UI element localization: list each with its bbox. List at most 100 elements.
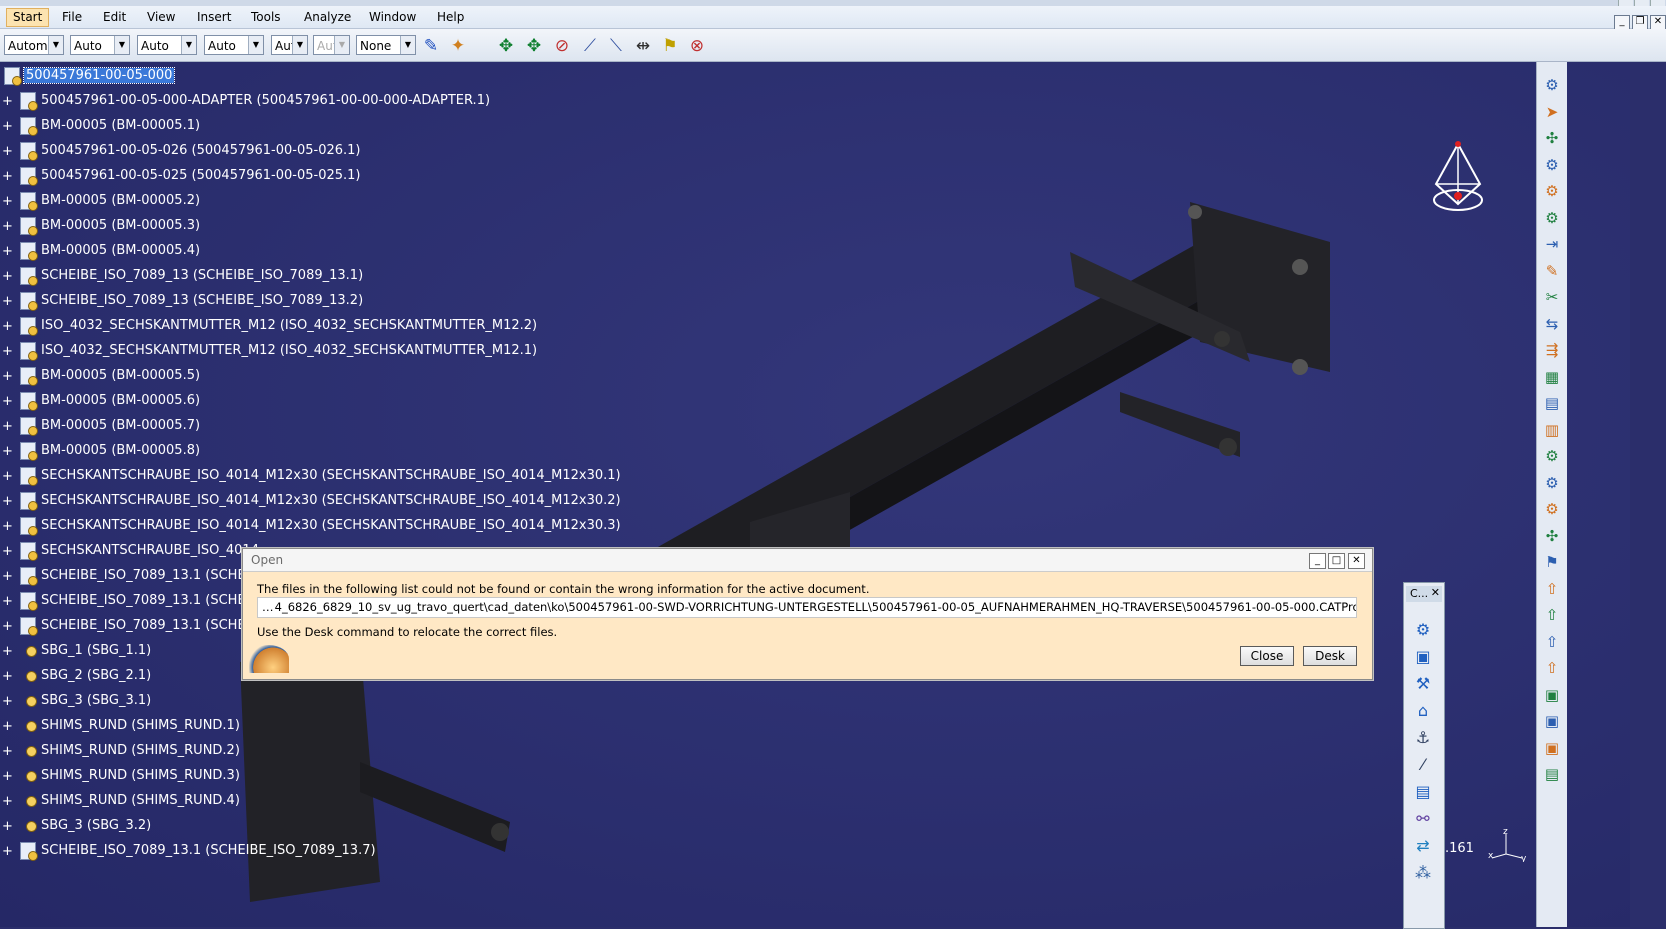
part-icon[interactable]: ⚙ <box>1541 207 1563 229</box>
sensor-icon[interactable]: ⚙ <box>1541 74 1563 96</box>
grid-icon[interactable]: ▥ <box>1541 419 1563 441</box>
explode-icon[interactable]: ✣ <box>1541 525 1563 547</box>
expand-icon[interactable]: + <box>2 320 16 334</box>
contact-icon[interactable]: ▣ <box>1412 646 1434 668</box>
expand-icon[interactable]: + <box>2 720 16 734</box>
expand-icon[interactable]: + <box>2 245 16 259</box>
coincidence-icon[interactable]: ⚙ <box>1412 619 1434 641</box>
dialog-maximize-icon[interactable]: □ <box>1328 553 1345 569</box>
menu-view[interactable]: View <box>147 10 175 24</box>
expand-icon[interactable]: + <box>2 770 16 784</box>
box-icon[interactable]: ▣ <box>1541 710 1563 732</box>
brush-icon[interactable]: ✦ <box>447 35 469 57</box>
document-close-icon[interactable]: ✕ <box>1650 15 1666 30</box>
expand-icon[interactable]: + <box>2 220 16 234</box>
expand-icon[interactable]: + <box>2 445 16 459</box>
close-button[interactable]: Close <box>1240 646 1294 666</box>
layer-combo[interactable]: None ▼ <box>356 35 416 55</box>
gear-icon[interactable]: ⚙ <box>1541 445 1563 467</box>
expand-icon[interactable]: + <box>2 645 16 659</box>
constraint-icon[interactable]: ⟍ <box>605 35 627 57</box>
expand-icon[interactable]: + <box>2 370 16 384</box>
close-icon[interactable]: ✕ <box>1431 586 1440 599</box>
product-icon[interactable]: ⚙ <box>1541 154 1563 176</box>
bom-icon[interactable]: ▤ <box>1541 763 1563 785</box>
expand-icon[interactable]: + <box>2 845 16 859</box>
expand-icon[interactable]: + <box>2 595 16 609</box>
color-combo[interactable]: Automatic ▼ <box>4 35 64 55</box>
select-icon[interactable]: ➤ <box>1541 101 1563 123</box>
fix-icon[interactable]: ⚓ <box>1412 727 1434 749</box>
expand-icon[interactable]: + <box>2 170 16 184</box>
expand-icon[interactable]: + <box>2 520 16 534</box>
box-icon[interactable]: ▣ <box>1541 684 1563 706</box>
floating-toolbar-title[interactable]: C... ✕ <box>1406 586 1442 602</box>
cut-icon[interactable]: ✂ <box>1541 286 1563 308</box>
reorder-icon[interactable]: ⇶ <box>1541 339 1563 361</box>
offset-constraint-icon[interactable]: ⚒ <box>1412 673 1434 695</box>
expand-icon[interactable]: + <box>2 420 16 434</box>
missing-files-list[interactable]: … 4_6826_6829_10_sv_ug_travo_quert\cad_d… <box>257 597 1357 618</box>
menu-edit[interactable]: Edit <box>103 10 126 24</box>
angle-constraint-icon[interactable]: ⌂ <box>1412 700 1434 722</box>
expand-icon[interactable]: + <box>2 695 16 709</box>
expand-icon[interactable]: + <box>2 145 16 159</box>
menu-start[interactable]: Start <box>6 8 50 27</box>
fix-together-icon[interactable]: ⁄ <box>1412 754 1434 776</box>
transparency-combo[interactable]: Auto ▼ <box>70 35 130 55</box>
expand-icon[interactable]: + <box>2 295 16 309</box>
manipulate-icon[interactable]: ✣ <box>1541 127 1563 149</box>
offset-icon[interactable]: ⇹ <box>632 35 654 57</box>
dialog-minimize-icon[interactable]: _ <box>1309 553 1326 569</box>
compass-icon[interactable] <box>1430 134 1486 214</box>
document-restore-icon[interactable]: ❐ <box>1632 15 1648 30</box>
menu-analyze[interactable]: Analyze <box>304 10 351 24</box>
flag-icon[interactable]: ⚑ <box>1541 551 1563 573</box>
expand-icon[interactable]: + <box>2 620 16 634</box>
expand-icon[interactable]: + <box>2 820 16 834</box>
gear-icon[interactable]: ⚙ <box>1541 498 1563 520</box>
line-type-combo[interactable]: Auto ▼ <box>204 35 264 55</box>
list-icon[interactable]: ▤ <box>1541 392 1563 414</box>
replace-icon[interactable]: ⇆ <box>1541 313 1563 335</box>
update-icon[interactable]: ⇧ <box>1541 578 1563 600</box>
menu-file[interactable]: File <box>62 10 82 24</box>
clash-icon[interactable]: ⚑ <box>659 35 681 57</box>
missing-file-path[interactable]: … 4_6826_6829_10_sv_ug_travo_quert\cad_d… <box>262 600 1356 614</box>
desk-button[interactable]: Desk <box>1303 646 1357 666</box>
expand-icon[interactable]: + <box>2 395 16 409</box>
table-icon[interactable]: ▦ <box>1541 366 1563 388</box>
dialog-close-icon[interactable]: ✕ <box>1348 553 1365 569</box>
reuse-pattern-icon[interactable]: ⁂ <box>1412 862 1434 884</box>
box-icon[interactable]: ▣ <box>1541 737 1563 759</box>
expand-icon[interactable]: + <box>2 570 16 584</box>
flexible-rigid-icon[interactable]: ⚯ <box>1412 808 1434 830</box>
3d-viewport[interactable]: 500457961-00-05-000 +500457961-00-05-000… <box>0 62 1630 927</box>
line-thickness-combo[interactable]: Auto ▼ <box>137 35 197 55</box>
insert-icon[interactable]: ⇥ <box>1541 233 1563 255</box>
expand-icon[interactable]: + <box>2 195 16 209</box>
document-minimize-icon[interactable]: _ <box>1614 15 1630 30</box>
snap-icon[interactable]: ✥ <box>523 35 545 57</box>
quick-constraint-icon[interactable]: ▤ <box>1412 781 1434 803</box>
update-icon[interactable]: ⇧ <box>1541 604 1563 626</box>
expand-icon[interactable]: + <box>2 345 16 359</box>
move-icon[interactable]: ✥ <box>495 35 517 57</box>
expand-icon[interactable]: + <box>2 795 16 809</box>
dialog-title-bar[interactable]: Open _ □ ✕ <box>243 549 1372 572</box>
expand-icon[interactable]: + <box>2 495 16 509</box>
expand-icon[interactable]: + <box>2 120 16 134</box>
manipulation-icon[interactable]: ⟋ <box>579 35 601 57</box>
update-icon[interactable]: ⇧ <box>1541 657 1563 679</box>
update-icon[interactable]: ⊗ <box>686 35 708 57</box>
update-icon[interactable]: ⇧ <box>1541 631 1563 653</box>
expand-icon[interactable]: + <box>2 545 16 559</box>
expand-icon[interactable]: + <box>2 95 16 109</box>
expand-icon[interactable]: + <box>2 670 16 684</box>
expand-icon[interactable]: + <box>2 470 16 484</box>
explode-icon[interactable]: ⊘ <box>551 35 573 57</box>
change-constraint-icon[interactable]: ⇄ <box>1412 835 1434 857</box>
gear-icon[interactable]: ⚙ <box>1541 472 1563 494</box>
menu-help[interactable]: Help <box>437 10 464 24</box>
expand-icon[interactable]: + <box>2 745 16 759</box>
